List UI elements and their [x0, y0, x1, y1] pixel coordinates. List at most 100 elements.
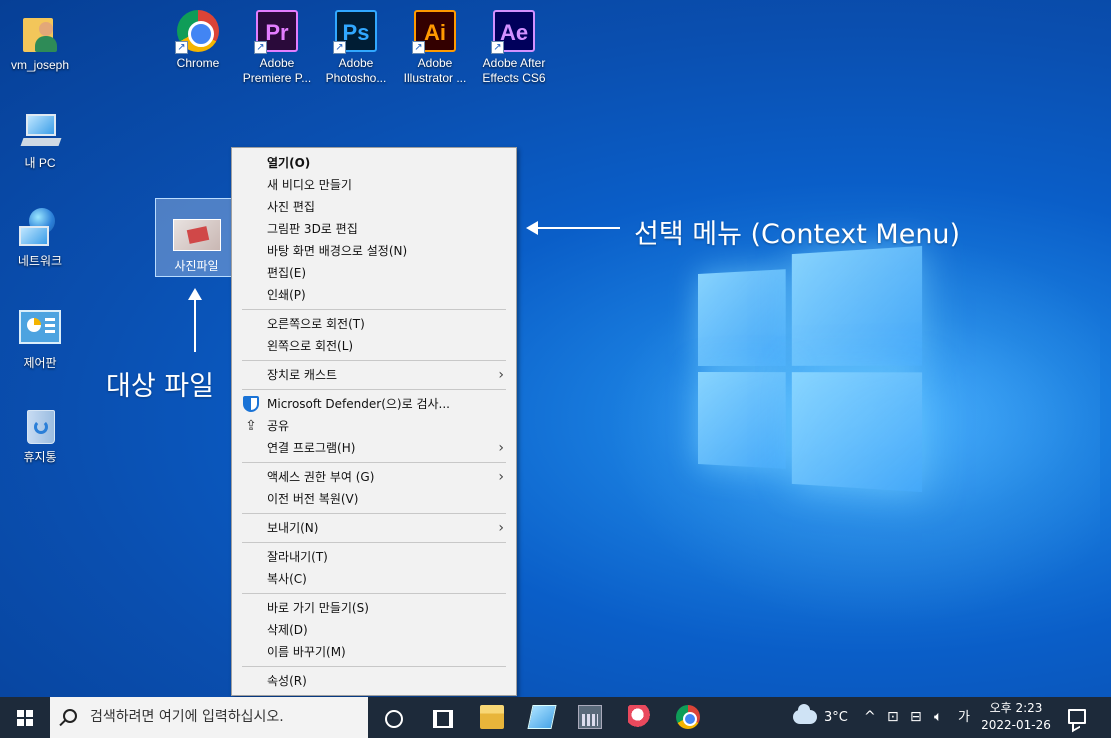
desktop-icon-control-panel[interactable]: 제어판 [2, 306, 78, 371]
menu-item-label: 새 비디오 만들기 [267, 178, 352, 192]
desktop-icon-recycle-bin[interactable]: 휴지통 [2, 404, 78, 465]
menu-item[interactable]: 이전 버전 복원(V) [232, 488, 516, 510]
menu-item-label: 바탕 화면 배경으로 설정(N) [267, 244, 408, 258]
menu-separator [242, 309, 506, 310]
desktop-icon-photoshop[interactable]: Ps ↗ Adobe Photosho... [318, 10, 394, 86]
desktop-icon-label: Adobe Premiere P... [242, 56, 312, 85]
desktop-icon-illustrator[interactable]: Ai ↗ Adobe Illustrator ... [397, 10, 473, 86]
meet-now-icon[interactable]: ⊡ [887, 697, 899, 738]
shortcut-arrow-icon: ↗ [175, 41, 188, 54]
annotation-menu-label: 선택 메뉴 (Context Menu) [634, 219, 961, 250]
menu-item[interactable]: 액세스 권한 부여 (G) › [232, 466, 516, 488]
control-panel-icon [19, 310, 61, 352]
desktop-icon-chrome[interactable]: ↗ Chrome [160, 10, 236, 71]
weather-temperature[interactable]: 3°C [824, 697, 848, 738]
desktop-icon-label: Chrome [176, 56, 220, 70]
tray-chevron-icon[interactable]: ^ [864, 697, 876, 738]
menu-item-label: 왼쪽으로 회전(L) [267, 339, 354, 353]
search-icon [63, 709, 77, 723]
desktop-icon-network[interactable]: 네트워크 [2, 208, 78, 269]
premiere-icon: Pr ↗ [254, 10, 298, 54]
desktop-icon-label: 내 PC [24, 156, 56, 170]
weather-cloud-icon[interactable] [793, 704, 817, 724]
share-icon: ⇪ [245, 418, 257, 434]
menu-item-label: 보내기(N) [267, 521, 319, 535]
menu-item[interactable]: Microsoft Defender(으)로 검사... [232, 393, 516, 415]
shortcut-arrow-icon: ↗ [412, 41, 425, 54]
menu-item[interactable]: 삭제(D) [232, 619, 516, 641]
network-tray-icon[interactable]: ⊟ [910, 697, 922, 738]
menu-separator [242, 593, 506, 594]
clock-time: 오후 2:23 [989, 701, 1043, 715]
chevron-right-icon: › [498, 469, 504, 485]
after-effects-icon: Ae ↗ [491, 10, 535, 54]
search-placeholder: 검색하려면 여기에 입력하십시오. [90, 709, 284, 725]
menu-item[interactable]: 보내기(N) › [232, 517, 516, 539]
menu-item-label: 그림판 3D로 편집 [267, 222, 358, 236]
clock-date: 2022-01-26 [981, 718, 1051, 732]
menu-item[interactable]: 복사(C) [232, 568, 516, 590]
menu-item[interactable]: 바탕 화면 배경으로 설정(N) [232, 240, 516, 262]
shortcut-arrow-icon: ↗ [333, 41, 346, 54]
menu-item[interactable]: 열기(O) [232, 152, 516, 174]
desktop-icon-label: Adobe Photosho... [325, 56, 387, 85]
desktop-icon-label: Adobe Illustrator ... [403, 56, 467, 85]
search-box[interactable]: 검색하려면 여기에 입력하십시오. [50, 697, 368, 738]
menu-item[interactable]: 그림판 3D로 편집 [232, 218, 516, 240]
photoshop-icon: Ps ↗ [333, 10, 377, 54]
menu-item-label: 복사(C) [267, 572, 307, 586]
menu-item-label: 액세스 권한 부여 (G) [267, 470, 375, 484]
notification-icon[interactable] [1068, 709, 1086, 724]
notepad-icon[interactable] [527, 705, 557, 729]
desktop-icon-label: Adobe After Effects CS6 [482, 56, 546, 85]
menu-item[interactable]: 잘라내기(T) [232, 546, 516, 568]
image-thumbnail-icon [172, 219, 221, 251]
menu-item[interactable]: 속성(R) [232, 670, 516, 692]
menu-item[interactable]: 이름 바꾸기(M) [232, 641, 516, 663]
menu-item[interactable]: 바로 가기 만들기(S) [232, 597, 516, 619]
selected-file-photo[interactable]: 사진파일 [155, 198, 238, 277]
menu-item[interactable]: 연결 프로그램(H) › [232, 437, 516, 459]
chevron-right-icon: › [498, 520, 504, 536]
start-button[interactable] [0, 697, 50, 738]
desktop-icon-label: vm_joseph [10, 58, 70, 72]
menu-item[interactable]: 사진 편집 [232, 196, 516, 218]
desktop-icon-premiere[interactable]: Pr ↗ Adobe Premiere P... [239, 10, 315, 86]
task-view-button[interactable] [416, 697, 464, 738]
chrome-taskbar-icon[interactable] [676, 705, 700, 729]
menu-item[interactable]: 왼쪽으로 회전(L) [232, 335, 516, 357]
annotation-target-label: 대상 파일 [106, 371, 214, 402]
cortana-button[interactable] [368, 697, 416, 738]
volume-icon[interactable]: 🔈︎ [934, 697, 942, 738]
menu-item[interactable]: 오른쪽으로 회전(T) [232, 313, 516, 335]
calculator-icon[interactable] [578, 705, 602, 729]
menu-item[interactable]: 장치로 캐스트 › [232, 364, 516, 386]
desktop-icon-this-pc[interactable]: 내 PC [2, 110, 78, 171]
taskbar: 검색하려면 여기에 입력하십시오. 3°C ^ ⊡ ⊟ 🔈︎ 가 오후 2:23… [0, 697, 1111, 738]
annotation-arrow-up [188, 288, 202, 352]
menu-item-label: 사진 편집 [267, 200, 315, 214]
paint-icon[interactable] [628, 705, 652, 729]
menu-separator [242, 513, 506, 514]
menu-item[interactable]: 새 비디오 만들기 [232, 174, 516, 196]
ime-indicator[interactable]: 가 [958, 697, 970, 738]
menu-item-label: 속성(R) [267, 674, 307, 688]
desktop-icon-user-folder[interactable]: vm_joseph [2, 12, 78, 73]
desktop-icon-label: 네트워크 [17, 254, 63, 268]
windows-start-icon [17, 710, 33, 726]
file-explorer-icon[interactable] [480, 705, 504, 729]
annotation-arrow-left [526, 221, 620, 235]
menu-item-label: 잘라내기(T) [267, 550, 328, 564]
desktop-icon-after-effects[interactable]: Ae ↗ Adobe After Effects CS6 [476, 10, 552, 86]
menu-separator [242, 360, 506, 361]
network-icon [19, 208, 61, 250]
recycle-bin-icon [19, 404, 61, 446]
menu-item-label: 열기(O) [267, 156, 311, 170]
desktop-icon-label: 휴지통 [23, 450, 57, 464]
clock[interactable]: 오후 2:23 2022-01-26 [976, 700, 1056, 734]
menu-item[interactable]: ⇪ 공유 [232, 415, 516, 437]
menu-item[interactable]: 인쇄(P) [232, 284, 516, 306]
menu-item[interactable]: 편집(E) [232, 262, 516, 284]
menu-item-label: Microsoft Defender(으)로 검사... [267, 397, 450, 411]
menu-item-label: 삭제(D) [267, 623, 308, 637]
